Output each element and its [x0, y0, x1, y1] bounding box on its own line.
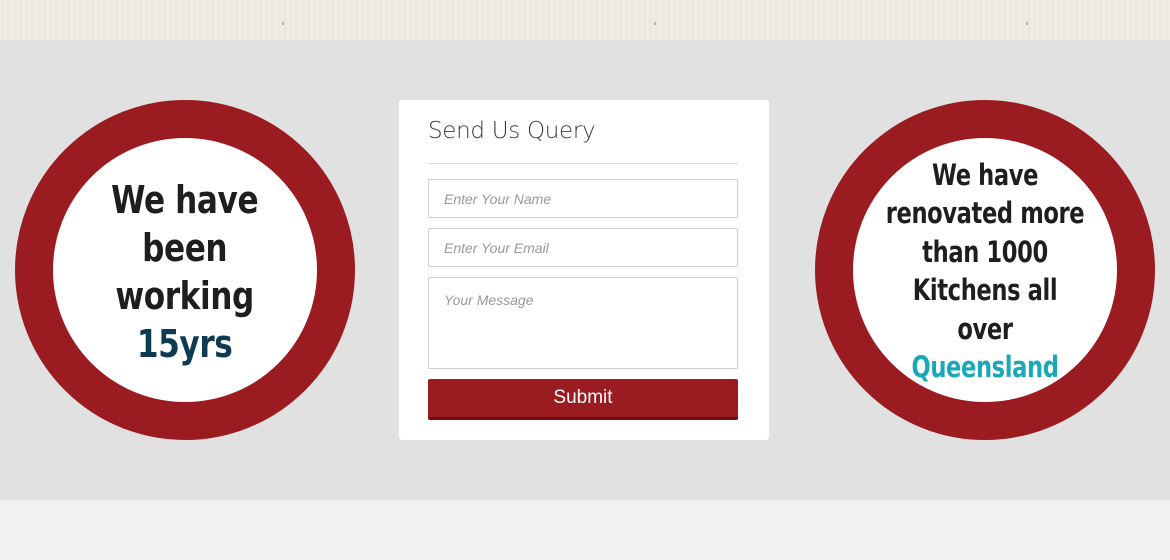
experience-badge-text: We have been working 15yrs: [111, 176, 258, 368]
badge-line: Kitchens all over: [912, 273, 1058, 346]
badge-line: renovated more: [885, 196, 1085, 230]
badge-line: been: [142, 226, 228, 270]
badge-line: than 1000: [922, 234, 1048, 269]
texture-speck: [282, 22, 284, 25]
page-bottom-area: [0, 500, 1170, 560]
badge-line: We have: [931, 157, 1039, 192]
form-title: Send Us Query: [428, 118, 596, 144]
top-texture-strip: [0, 0, 1170, 40]
badge-highlight-years: 15yrs: [137, 322, 233, 366]
texture-speck: [1026, 22, 1028, 25]
badge-line: working: [115, 274, 255, 318]
message-textarea[interactable]: [428, 277, 738, 369]
badge-highlight-location: Queensland: [911, 350, 1059, 384]
experience-badge: We have been working 15yrs: [15, 100, 355, 440]
texture-speck: [654, 22, 656, 25]
renovation-badge-text: We have renovated more than 1000 Kitchen…: [882, 156, 1088, 387]
query-form-card: Send Us Query Submit: [399, 100, 769, 440]
submit-button[interactable]: Submit: [428, 379, 738, 420]
badge-line: We have: [111, 178, 259, 222]
renovation-badge: We have renovated more than 1000 Kitchen…: [815, 100, 1155, 440]
name-input[interactable]: [428, 179, 738, 218]
form-divider: [428, 163, 738, 164]
email-input[interactable]: [428, 228, 738, 267]
